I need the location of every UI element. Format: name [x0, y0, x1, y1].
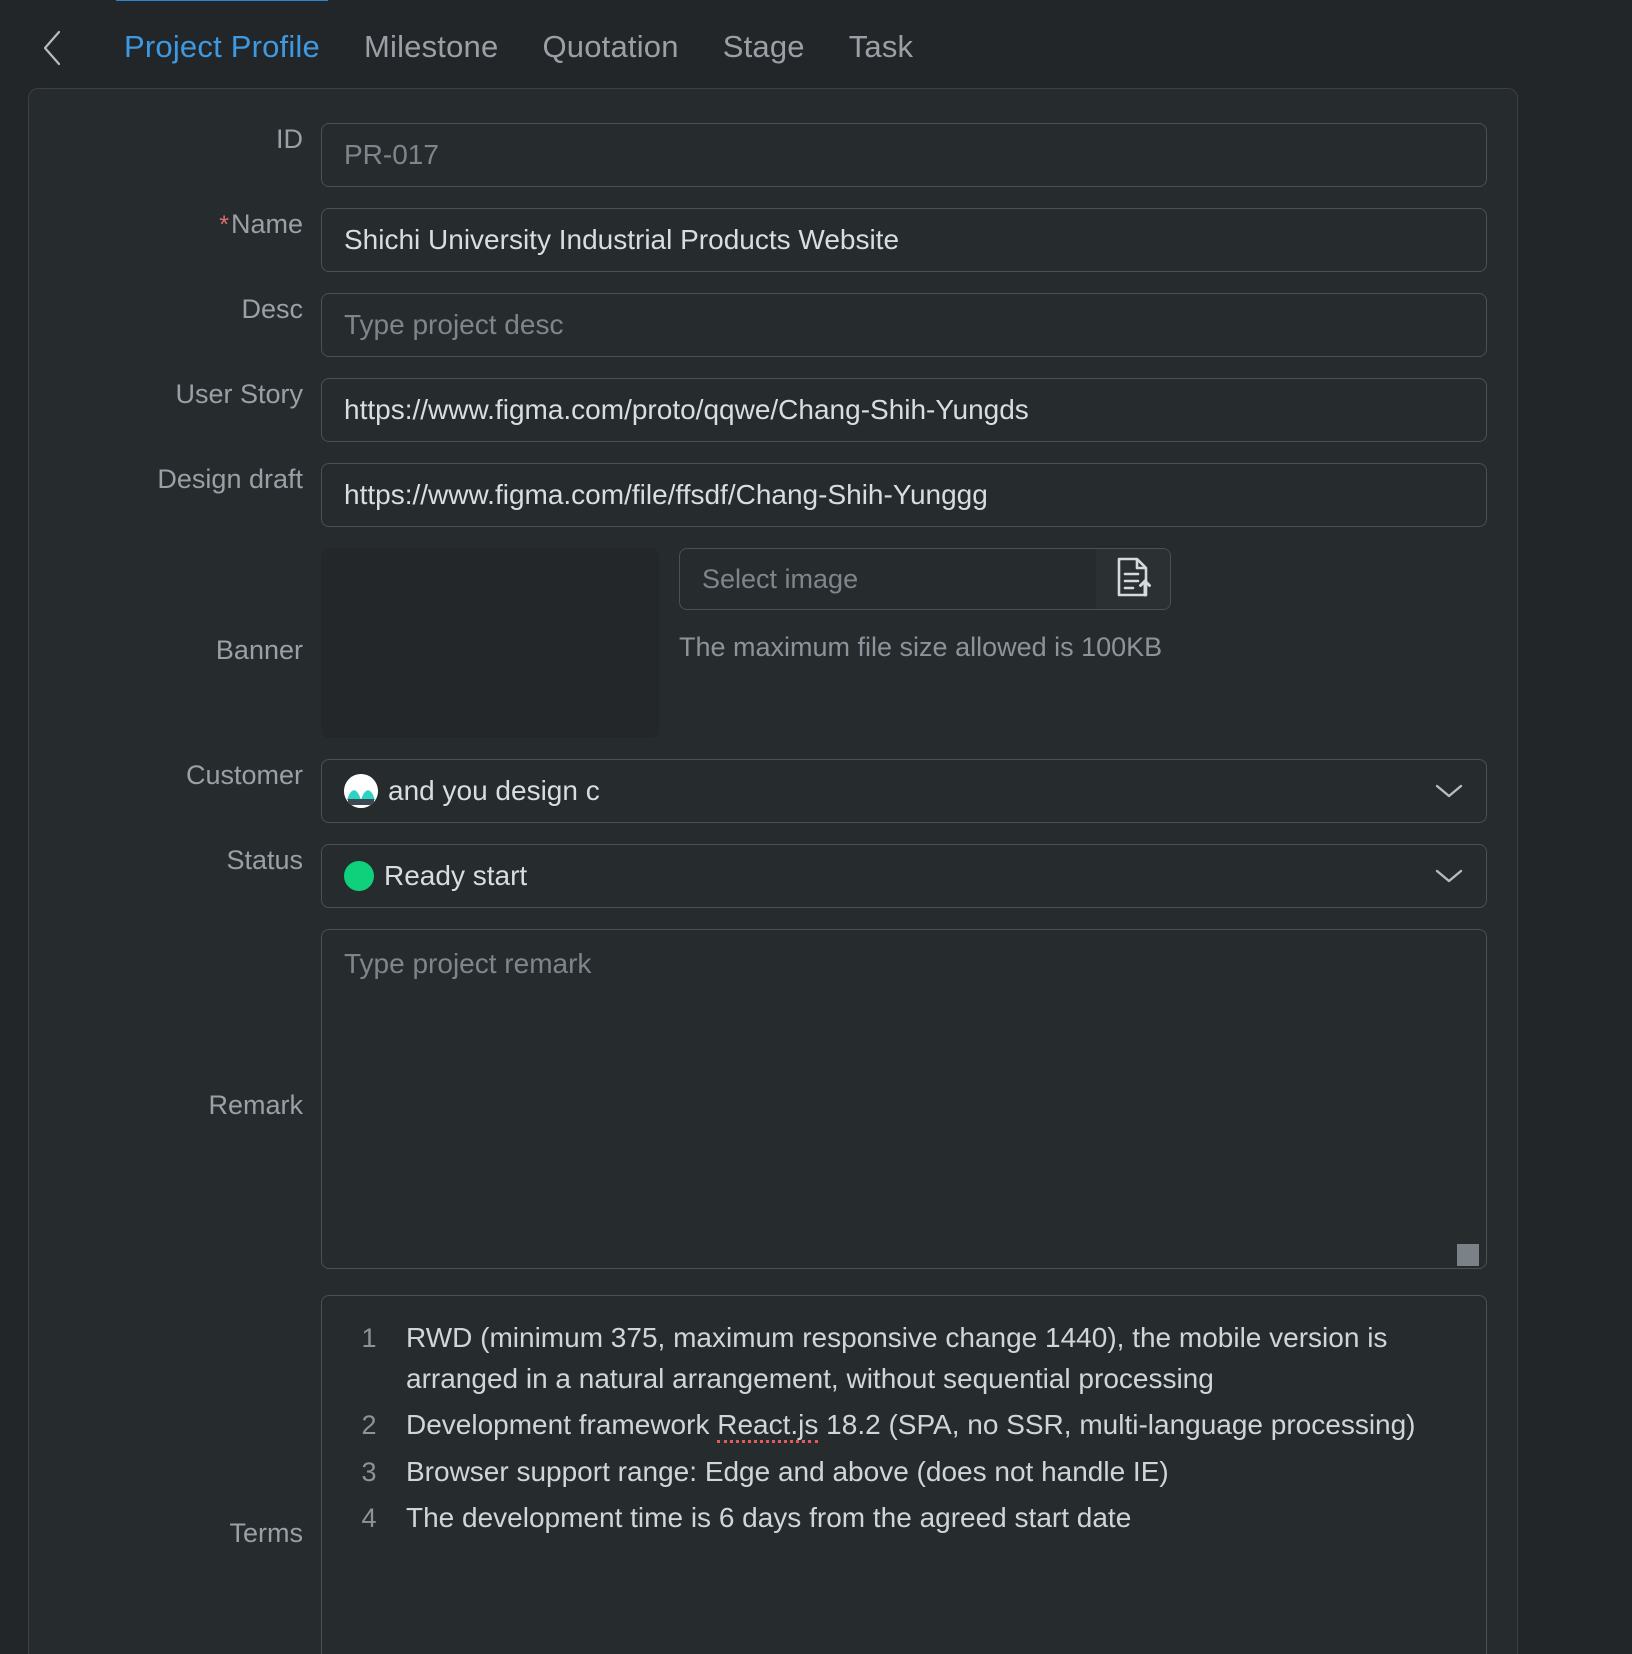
design-draft-input[interactable]: [321, 463, 1487, 527]
status-value: Ready start: [384, 860, 527, 892]
tab-label: Stage: [723, 29, 805, 64]
remark-resize-handle[interactable]: [1457, 1244, 1479, 1266]
remark-textarea[interactable]: [321, 929, 1487, 1269]
banner-file-picker[interactable]: Select image: [679, 548, 1171, 610]
spellcheck-underline: React.js: [717, 1409, 818, 1443]
tab-milestone[interactable]: Milestone: [342, 0, 520, 94]
file-upload-icon: [1114, 556, 1152, 603]
term-number: 4: [332, 1498, 406, 1538]
label-id: ID: [29, 123, 321, 155]
term-text: The development time is 6 days from the …: [406, 1498, 1460, 1539]
field-row-name: *Name: [29, 208, 1517, 272]
label-customer: Customer: [29, 759, 321, 791]
user-story-input[interactable]: [321, 378, 1487, 442]
list-item: 4 The development time is 6 days from th…: [332, 1498, 1460, 1539]
tab-quotation[interactable]: Quotation: [520, 0, 700, 94]
customer-avatar: [344, 774, 378, 808]
tab-label: Project Profile: [124, 29, 320, 64]
field-row-user-story: User Story: [29, 378, 1517, 442]
term-text: Browser support range: Edge and above (d…: [406, 1452, 1460, 1493]
tab-label: Task: [849, 29, 914, 64]
field-row-status: Status Ready start: [29, 844, 1517, 908]
term-number: 2: [332, 1405, 406, 1445]
back-button[interactable]: [30, 26, 74, 70]
status-select[interactable]: Ready start: [321, 844, 1487, 908]
chevron-left-icon: [39, 28, 65, 68]
required-marker: *: [219, 211, 229, 239]
tab-stage[interactable]: Stage: [701, 0, 827, 94]
term-text: Development framework React.js 18.2 (SPA…: [406, 1405, 1460, 1446]
tab-label: Milestone: [364, 29, 498, 64]
label-remark: Remark: [29, 929, 321, 1121]
field-row-design-draft: Design draft: [29, 463, 1517, 527]
chevron-down-icon[interactable]: [1434, 782, 1464, 800]
tab-project-profile[interactable]: Project Profile: [102, 0, 342, 94]
top-tab-bar: Project Profile Milestone Quotation Stag…: [0, 0, 1632, 94]
field-row-banner: Banner Select image: [29, 548, 1517, 738]
term-text: RWD (minimum 375, maximum responsive cha…: [406, 1318, 1460, 1399]
status-dot-icon: [344, 861, 374, 891]
label-name: *Name: [29, 208, 321, 240]
list-item: 2 Development framework React.js 18.2 (S…: [332, 1405, 1460, 1446]
name-input[interactable]: [321, 208, 1487, 272]
label-banner: Banner: [29, 548, 321, 666]
desc-input[interactable]: [321, 293, 1487, 357]
field-row-id: ID: [29, 123, 1517, 187]
list-item: 1 RWD (minimum 375, maximum responsive c…: [332, 1318, 1460, 1399]
label-terms: Terms: [29, 1295, 321, 1549]
tab-task[interactable]: Task: [827, 0, 936, 94]
label-text: Name: [231, 209, 303, 239]
banner-file-placeholder: Select image: [680, 564, 1096, 595]
tab-label: Quotation: [542, 29, 678, 64]
term-number: 1: [332, 1318, 406, 1358]
banner-preview: [321, 548, 659, 738]
banner-size-hint: The maximum file size allowed is 100KB: [679, 632, 1171, 663]
chevron-down-icon[interactable]: [1434, 867, 1464, 885]
label-desc: Desc: [29, 293, 321, 325]
customer-select[interactable]: and you design c: [321, 759, 1487, 823]
banner-upload-button[interactable]: [1096, 549, 1170, 609]
label-user-story: User Story: [29, 378, 321, 410]
field-row-customer: Customer and you design c: [29, 759, 1517, 823]
field-row-terms: Terms 1 RWD (minimum 375, maximum respon…: [29, 1295, 1517, 1654]
project-profile-panel: ID *Name Desc User Story Design draft: [28, 88, 1518, 1654]
field-row-desc: Desc: [29, 293, 1517, 357]
id-input[interactable]: [321, 123, 1487, 187]
field-row-remark: Remark: [29, 929, 1517, 1274]
list-item: 3 Browser support range: Edge and above …: [332, 1452, 1460, 1493]
label-status: Status: [29, 844, 321, 876]
label-design-draft: Design draft: [29, 463, 321, 495]
customer-value: and you design c: [388, 775, 600, 807]
terms-list[interactable]: 1 RWD (minimum 375, maximum responsive c…: [321, 1295, 1487, 1654]
term-number: 3: [332, 1452, 406, 1492]
